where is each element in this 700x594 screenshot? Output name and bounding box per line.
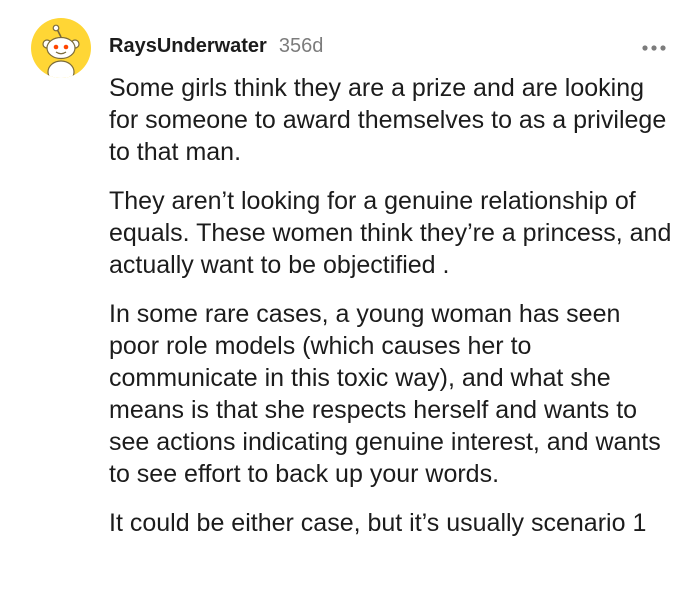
- comment-paragraph: In some rare cases, a young woman has se…: [109, 300, 661, 488]
- comment-author[interactable]: RaysUnderwater: [109, 35, 267, 58]
- comment-body: Some girls think they are a prize and ar…: [109, 72, 677, 556]
- comment-paragraph: It could be either case, but it’s usuall…: [109, 509, 647, 537]
- snoo-avatar-icon[interactable]: [31, 18, 91, 78]
- comment-age: 356d: [278, 35, 324, 57]
- comment: RaysUnderwater 356d Some girls think the…: [0, 0, 700, 594]
- more-options-icon[interactable]: [636, 37, 672, 59]
- comment-paragraph: They aren’t looking for a genuine relati…: [109, 187, 672, 279]
- comment-paragraph: Some girls think they are a prize and ar…: [109, 74, 667, 166]
- comment-header: RaysUnderwater 356d: [109, 35, 323, 61]
